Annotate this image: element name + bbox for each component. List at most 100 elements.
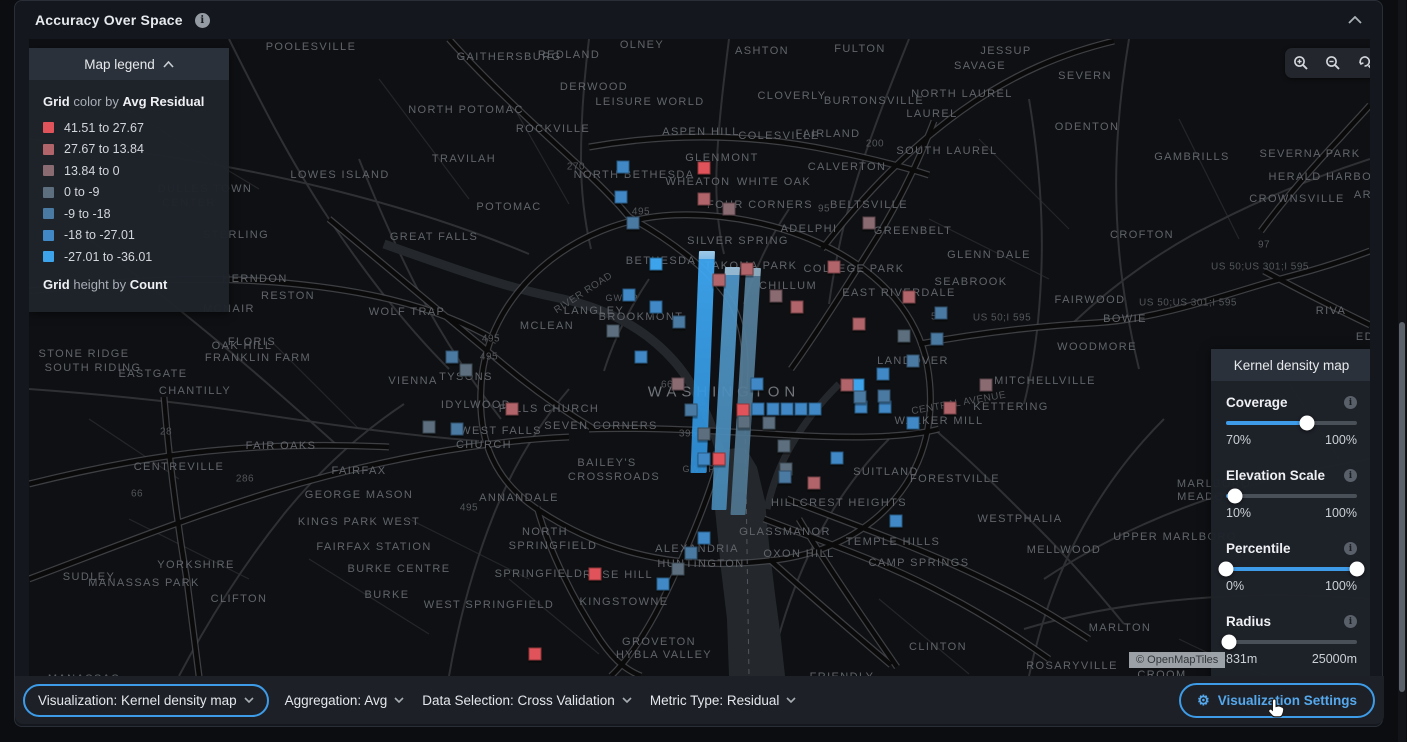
grid-cell-marker[interactable]: [863, 217, 876, 230]
slider-label: Coverage: [1226, 395, 1288, 410]
grid-cell-marker[interactable]: [698, 162, 711, 175]
slider-handle[interactable]: [1221, 635, 1236, 650]
grid-cell-marker[interactable]: [589, 568, 602, 581]
grid-cell-marker[interactable]: [980, 379, 993, 392]
grid-cell-marker[interactable]: [741, 263, 754, 276]
grid-cell-marker[interactable]: [751, 378, 764, 391]
grid-cell-marker[interactable]: [890, 515, 903, 528]
grid-cell-marker[interactable]: [460, 364, 473, 377]
legend-range-label: -18 to -27.01: [64, 228, 135, 242]
grid-cell-marker[interactable]: [607, 325, 620, 338]
grid-cell-marker[interactable]: [779, 471, 792, 484]
grid-cell-marker[interactable]: [763, 417, 776, 430]
slider-max-label: 100%: [1325, 579, 1357, 593]
slider-max-label: 100%: [1325, 433, 1357, 447]
grid-cell-marker[interactable]: [809, 403, 822, 416]
grid-cell-marker[interactable]: [898, 330, 911, 343]
grid-cell-marker[interactable]: [615, 191, 628, 204]
legend-swatch-icon: [43, 165, 54, 176]
grid-cell-marker[interactable]: [853, 318, 866, 331]
slider-min-label: 70%: [1226, 433, 1251, 447]
grid-cell-marker[interactable]: [903, 291, 916, 304]
grid-cell-marker[interactable]: [698, 532, 711, 545]
grid-cell-marker[interactable]: [617, 161, 630, 174]
grid-cell-marker[interactable]: [423, 421, 436, 434]
visualization-dropdown[interactable]: Visualization: Kernel density map: [23, 684, 269, 717]
grid-cell-marker[interactable]: [854, 391, 867, 404]
info-icon[interactable]: [1344, 469, 1357, 482]
toolbar-dropdown[interactable]: Metric Type: Residual: [650, 693, 797, 708]
grid-cell-marker[interactable]: [907, 417, 920, 430]
grid-cell-marker[interactable]: [657, 578, 670, 591]
toolbar-dropdown[interactable]: Aggregation: Avg: [285, 693, 405, 708]
info-icon[interactable]: [1344, 396, 1357, 409]
grid-cell-marker[interactable]: [446, 351, 459, 364]
grid-cell-marker[interactable]: [623, 289, 636, 302]
grid-cell-marker[interactable]: [738, 416, 751, 429]
grid-markers-layer: [29, 39, 1370, 676]
grid-cell-marker[interactable]: [828, 261, 841, 274]
grid-cell-marker[interactable]: [685, 404, 698, 417]
grid-cell-marker[interactable]: [713, 453, 726, 466]
grid-cell-marker[interactable]: [635, 351, 648, 364]
slider-handle[interactable]: [1219, 562, 1234, 577]
grid-cell-marker[interactable]: [672, 563, 685, 576]
legend-range-label: -27.01 to -36.01: [64, 250, 152, 264]
info-icon[interactable]: [1344, 615, 1357, 628]
map-canvas[interactable]: POOLESVILLEGAITHERSBURGREDLANDOLNEYASHTO…: [29, 39, 1370, 676]
grid-cell-marker[interactable]: [723, 203, 736, 216]
grid-cell-marker[interactable]: [698, 193, 711, 206]
grid-cell-marker[interactable]: [650, 258, 663, 271]
zoom-reset-button[interactable]: [1352, 49, 1370, 77]
gear-icon: ⚙: [1197, 693, 1210, 707]
grid-cell-marker[interactable]: [944, 402, 957, 415]
grid-cell-marker[interactable]: [878, 390, 891, 403]
slider-track[interactable]: [1226, 494, 1357, 498]
slider-track[interactable]: [1226, 567, 1357, 571]
zoom-in-button[interactable]: [1287, 49, 1315, 77]
grid-cell-marker[interactable]: [877, 368, 890, 381]
map-legend-toggle[interactable]: Map legend: [29, 48, 229, 80]
slider-handle[interactable]: [1228, 489, 1243, 504]
grid-cell-marker[interactable]: [781, 403, 794, 416]
grid-cell-marker[interactable]: [831, 452, 844, 465]
grid-cell-marker[interactable]: [907, 355, 920, 368]
grid-cell-marker[interactable]: [685, 547, 698, 560]
scrollbar-thumb[interactable]: [1399, 322, 1405, 692]
grid-cell-marker[interactable]: [672, 378, 685, 391]
grid-cell-marker[interactable]: [650, 301, 663, 314]
slider-track[interactable]: [1226, 640, 1357, 644]
grid-cell-marker[interactable]: [506, 403, 519, 416]
slider-handle[interactable]: [1350, 562, 1365, 577]
grid-cell-marker[interactable]: [451, 423, 464, 436]
info-icon[interactable]: [1344, 542, 1357, 555]
grid-cell-marker[interactable]: [713, 274, 726, 287]
grid-cell-marker[interactable]: [698, 453, 711, 466]
info-icon[interactable]: [195, 13, 210, 28]
slider-track[interactable]: [1226, 421, 1357, 425]
visualization-settings-button[interactable]: ⚙ Visualization Settings: [1179, 683, 1375, 718]
grid-cell-marker[interactable]: [841, 379, 854, 392]
page-scrollbar: [1398, 0, 1406, 742]
grid-cell-marker[interactable]: [752, 403, 765, 416]
map-attribution[interactable]: © OpenMapTiles: [1129, 652, 1225, 668]
collapse-panel-button[interactable]: [1348, 11, 1362, 29]
chevron-down-icon: [786, 697, 796, 703]
slider-handle[interactable]: [1300, 416, 1315, 431]
zoom-out-button[interactable]: [1319, 49, 1347, 77]
map-legend-title: Map legend: [84, 57, 155, 72]
grid-cell-marker[interactable]: [767, 403, 780, 416]
grid-cell-marker[interactable]: [627, 217, 640, 230]
grid-cell-marker[interactable]: [529, 648, 542, 661]
grid-cell-marker[interactable]: [778, 440, 791, 453]
grid-cell-marker[interactable]: [808, 477, 821, 490]
grid-cell-marker[interactable]: [791, 301, 804, 314]
panel-title: Accuracy Over Space: [35, 12, 183, 28]
grid-cell-marker[interactable]: [698, 428, 711, 441]
toolbar-dropdown[interactable]: Data Selection: Cross Validation: [422, 693, 632, 708]
grid-cell-marker[interactable]: [673, 316, 686, 329]
grid-cell-marker[interactable]: [931, 333, 944, 346]
grid-cell-marker[interactable]: [770, 290, 783, 303]
grid-cell-marker[interactable]: [795, 403, 808, 416]
grid-cell-marker[interactable]: [935, 307, 948, 320]
